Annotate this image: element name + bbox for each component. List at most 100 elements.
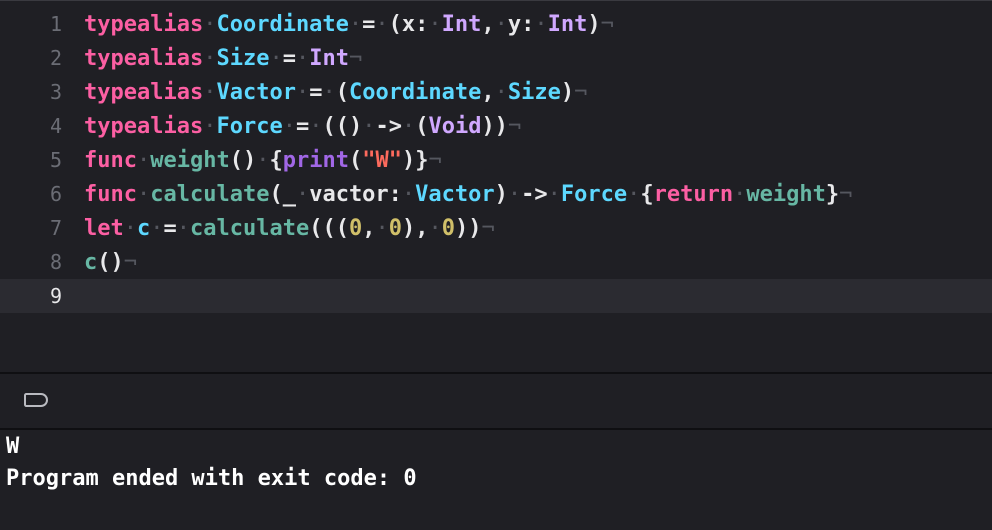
code-token: · [627,181,641,207]
code-token: · [733,181,747,207]
code-token: = [309,79,323,105]
code-token: vactor: [309,181,402,207]
code-token: { [640,181,654,207]
line-number: 8 [49,250,62,274]
code-token: ) [587,11,601,37]
code-token: = [362,11,376,37]
code-line[interactable]: 1 typealias·Coordinate·=·(x:·Int,·y:·Int)… [0,7,992,41]
line-number: 6 [49,182,62,206]
line-number: 4 [49,114,62,138]
code-token: print [282,147,349,173]
console-output[interactable]: W Program ended with exit code: 0 [0,430,992,530]
code-token: )) [454,215,482,241]
code-token: () [229,147,257,173]
code-token: · [203,79,217,105]
code-token: (() [322,113,363,139]
code-token: · [136,181,151,207]
code-token: Int [309,45,349,71]
line-number: 2 [49,46,62,70]
code-token: )} [401,147,429,173]
code-line[interactable]: 8 c()¬ [0,245,992,279]
code-line[interactable]: 3 typealias·Vactor·=·(Coordinate,·Size)¬ [0,75,992,109]
code-token: () [97,249,124,275]
line-number: 3 [49,80,62,104]
line-number: 5 [49,148,62,172]
code-token: , [362,215,376,241]
code-token: · [428,215,442,241]
code-line[interactable]: 5 func·weight()·{print("W")}¬ [0,143,992,177]
code-token: 0 [441,215,455,241]
code-token: 0 [388,215,402,241]
line-number: 1 [49,12,62,36]
code-line[interactable]: 6 func·calculate(_·vactor:·Vactor)·->·For… [0,177,992,211]
code-token: let [84,215,124,241]
code-line[interactable]: 9 [0,279,992,313]
code-token: ¬ [839,181,853,207]
code-text: c()¬ [84,250,137,275]
code-token: Size [216,45,270,71]
code-token: · [375,215,389,241]
code-token: typealias [84,79,204,105]
code-token: Coordinate [216,11,349,37]
code-token: c [137,215,151,241]
code-token: · [176,215,190,241]
code-token: · [428,11,442,37]
code-token: , [481,11,495,37]
line-number: 9 [49,284,62,308]
code-token: · [401,181,416,207]
code-token: calculate [150,181,270,207]
line-number: 7 [49,216,62,240]
code-token: Int [441,11,482,37]
code-token: = [295,113,310,139]
code-token: ( [335,79,349,105]
code-token: · [494,11,508,37]
code-token: · [362,113,376,139]
code-token: func [84,147,137,173]
code-text: func·weight()·{print("W")}¬ [84,148,442,173]
code-token: )) [481,113,508,139]
code-token: ¬ [600,11,614,37]
code-line[interactable]: 2 typealias·Size·=·Int¬ [0,41,992,75]
code-token: weight [150,147,230,173]
code-token: · [494,79,508,105]
code-text: let·c·=·calculate(((0,·0),·0))¬ [84,216,495,241]
code-token: · [295,79,310,105]
code-token: = [163,215,177,241]
console-line: W [6,434,20,459]
code-line[interactable]: 7 let·c·=·calculate(((0,·0),·0))¬ [0,211,992,245]
code-text: typealias·Force·=·(()·->·(Void))¬ [84,114,521,139]
code-editor[interactable]: 1 typealias·Coordinate·=·(x:·Int,·y:·Int)… [0,0,992,372]
code-text: typealias·Size·=·Int¬ [84,46,362,71]
code-token: -> [375,113,402,139]
code-token: (_ [269,181,296,207]
code-token: ¬ [481,215,495,241]
code-token: · [203,113,217,139]
code-token: } [825,181,840,207]
code-token: · [269,45,283,71]
code-text: func·calculate(_·vactor:·Vactor)·->·Forc… [84,182,852,207]
code-token: ( [348,147,363,173]
code-token: return [653,181,734,207]
code-token: Vactor [415,181,495,207]
code-token: · [256,147,270,173]
code-token: -> [521,181,548,207]
code-token: ((( [309,215,349,241]
code-text: typealias·Vactor·=·(Coordinate,·Size)¬ [84,80,587,105]
code-token: · [309,113,323,139]
code-token: func [84,181,137,207]
code-token: , [481,79,495,105]
code-token: · [136,147,151,173]
tag-icon[interactable] [24,393,48,407]
code-token: ) [560,79,575,105]
code-line[interactable]: 4 typealias·Force·=·(()·->·(Void))¬ [0,109,992,143]
code-token: 0 [348,215,363,241]
code-token: · [295,45,310,71]
code-token: Coordinate [348,79,482,105]
code-token: · [282,113,296,139]
code-token: calculate [190,215,310,241]
code-token: · [295,181,310,207]
console-line: Program ended with exit code: 0 [6,466,417,491]
code-token: (x: [388,11,429,37]
code-token: · [348,11,363,37]
code-token: · [150,215,164,241]
